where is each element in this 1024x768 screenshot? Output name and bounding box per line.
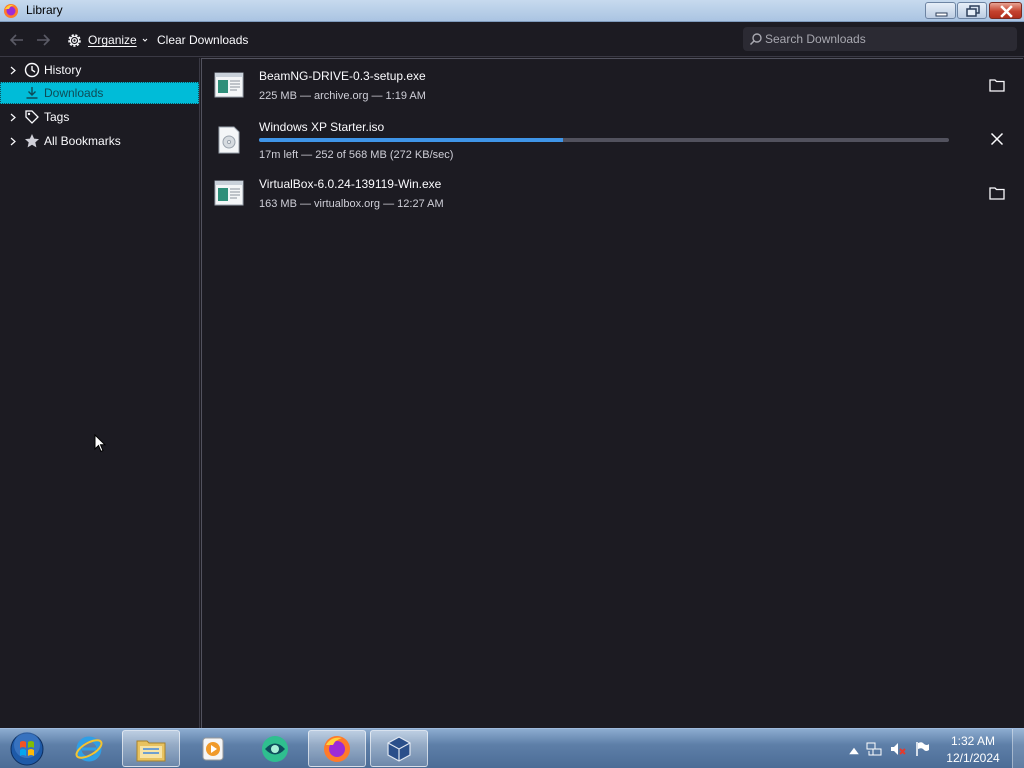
download-name: VirtualBox-6.0.24-139119-Win.exe: [259, 177, 442, 191]
sidebar: History Downloads Tags All Bookmarks: [0, 58, 200, 728]
taskbar-media-player[interactable]: [184, 730, 242, 767]
taskbar-file-explorer[interactable]: [122, 730, 180, 767]
download-progress-bar: [259, 138, 949, 142]
screen: Library Organize Clear Downloads Search …: [0, 0, 1024, 768]
title-bar: Library: [0, 0, 1024, 22]
minimize-button[interactable]: [925, 2, 956, 19]
clear-downloads-button[interactable]: Clear Downloads: [157, 33, 248, 47]
file-explorer-icon: [136, 740, 166, 761]
green-app-icon: [262, 735, 288, 762]
search-icon: [749, 33, 762, 46]
downloads-list: BeamNG-DRIVE-0.3-setup.exe 225 MB — arch…: [201, 58, 1023, 728]
chevron-right-icon[interactable]: [8, 137, 18, 146]
internet-explorer-icon: [75, 736, 103, 761]
sidebar-item-history[interactable]: History: [0, 59, 199, 81]
close-window-button[interactable]: [989, 2, 1022, 19]
download-icon: [23, 84, 41, 102]
download-status: 17m left — 252 of 568 MB (272 KB/sec): [259, 149, 454, 161]
open-folder-button[interactable]: [986, 75, 1008, 95]
media-player-icon: [202, 737, 224, 760]
start-button[interactable]: [6, 730, 48, 768]
chevron-right-icon[interactable]: [8, 113, 18, 122]
firefox-icon: [324, 735, 350, 762]
cancel-download-button[interactable]: [986, 129, 1008, 149]
volume-muted-icon[interactable]: [890, 741, 906, 757]
mouse-cursor-icon: [94, 434, 106, 453]
exe-file-icon: [214, 180, 244, 206]
taskbar-virtualbox[interactable]: [370, 730, 428, 767]
folder-icon: [989, 79, 1005, 92]
download-status: 225 MB — archive.org — 1:19 AM: [259, 90, 426, 102]
sidebar-item-label: History: [44, 63, 82, 77]
download-status: 163 MB — virtualbox.org — 12:27 AM: [259, 198, 444, 210]
firefox-icon: [4, 4, 18, 18]
taskbar: 1:32 AM 12/1/2024: [0, 728, 1024, 768]
organize-label: Organize: [88, 33, 137, 47]
search-box[interactable]: [743, 27, 1017, 51]
sidebar-item-all-bookmarks[interactable]: All Bookmarks: [0, 130, 199, 152]
sidebar-item-downloads[interactable]: Downloads: [0, 82, 199, 104]
star-icon: [23, 132, 41, 150]
taskbar-internet-explorer[interactable]: [60, 730, 118, 767]
download-item[interactable]: Windows XP Starter.iso 17m left — 252 of…: [202, 115, 1022, 167]
virtualbox-icon: [387, 735, 411, 762]
taskbar-green-app[interactable]: [246, 730, 304, 767]
chevron-down-icon: [142, 38, 148, 42]
window-title: Library: [26, 3, 63, 17]
action-center-flag-icon[interactable]: [914, 741, 930, 757]
toolbar: Organize Clear Downloads: [0, 23, 1024, 57]
forward-arrow-icon[interactable]: [34, 31, 52, 49]
back-arrow-icon[interactable]: [8, 31, 26, 49]
restore-button[interactable]: [957, 2, 987, 19]
folder-icon: [989, 187, 1005, 200]
open-folder-button[interactable]: [986, 183, 1008, 203]
close-icon: [990, 132, 1004, 146]
taskbar-firefox[interactable]: [308, 730, 366, 767]
download-name: Windows XP Starter.iso: [259, 120, 385, 134]
download-progress-fill: [259, 138, 563, 142]
tag-icon: [23, 108, 41, 126]
clock-time[interactable]: 1:32 AM: [940, 734, 1006, 748]
download-name: BeamNG-DRIVE-0.3-setup.exe: [259, 69, 426, 83]
download-item[interactable]: VirtualBox-6.0.24-139119-Win.exe 163 MB …: [202, 167, 1022, 219]
clock-date[interactable]: 12/1/2024: [940, 751, 1006, 765]
search-input[interactable]: [765, 30, 1011, 48]
organize-button[interactable]: Organize: [66, 30, 148, 50]
chevron-up-icon[interactable]: [846, 743, 862, 759]
chevron-right-icon[interactable]: [8, 66, 18, 75]
clock-icon: [23, 61, 41, 79]
network-icon[interactable]: [866, 741, 882, 757]
sidebar-item-label: Tags: [44, 110, 70, 124]
sidebar-item-tags[interactable]: Tags: [0, 106, 199, 128]
sidebar-item-label: All Bookmarks: [44, 134, 121, 148]
download-item[interactable]: BeamNG-DRIVE-0.3-setup.exe 225 MB — arch…: [202, 59, 1022, 111]
show-desktop-button[interactable]: [1012, 729, 1024, 768]
iso-file-icon: [218, 126, 240, 154]
exe-file-icon: [214, 72, 244, 98]
sidebar-item-label: Downloads: [44, 86, 104, 100]
gear-icon: [68, 33, 81, 47]
